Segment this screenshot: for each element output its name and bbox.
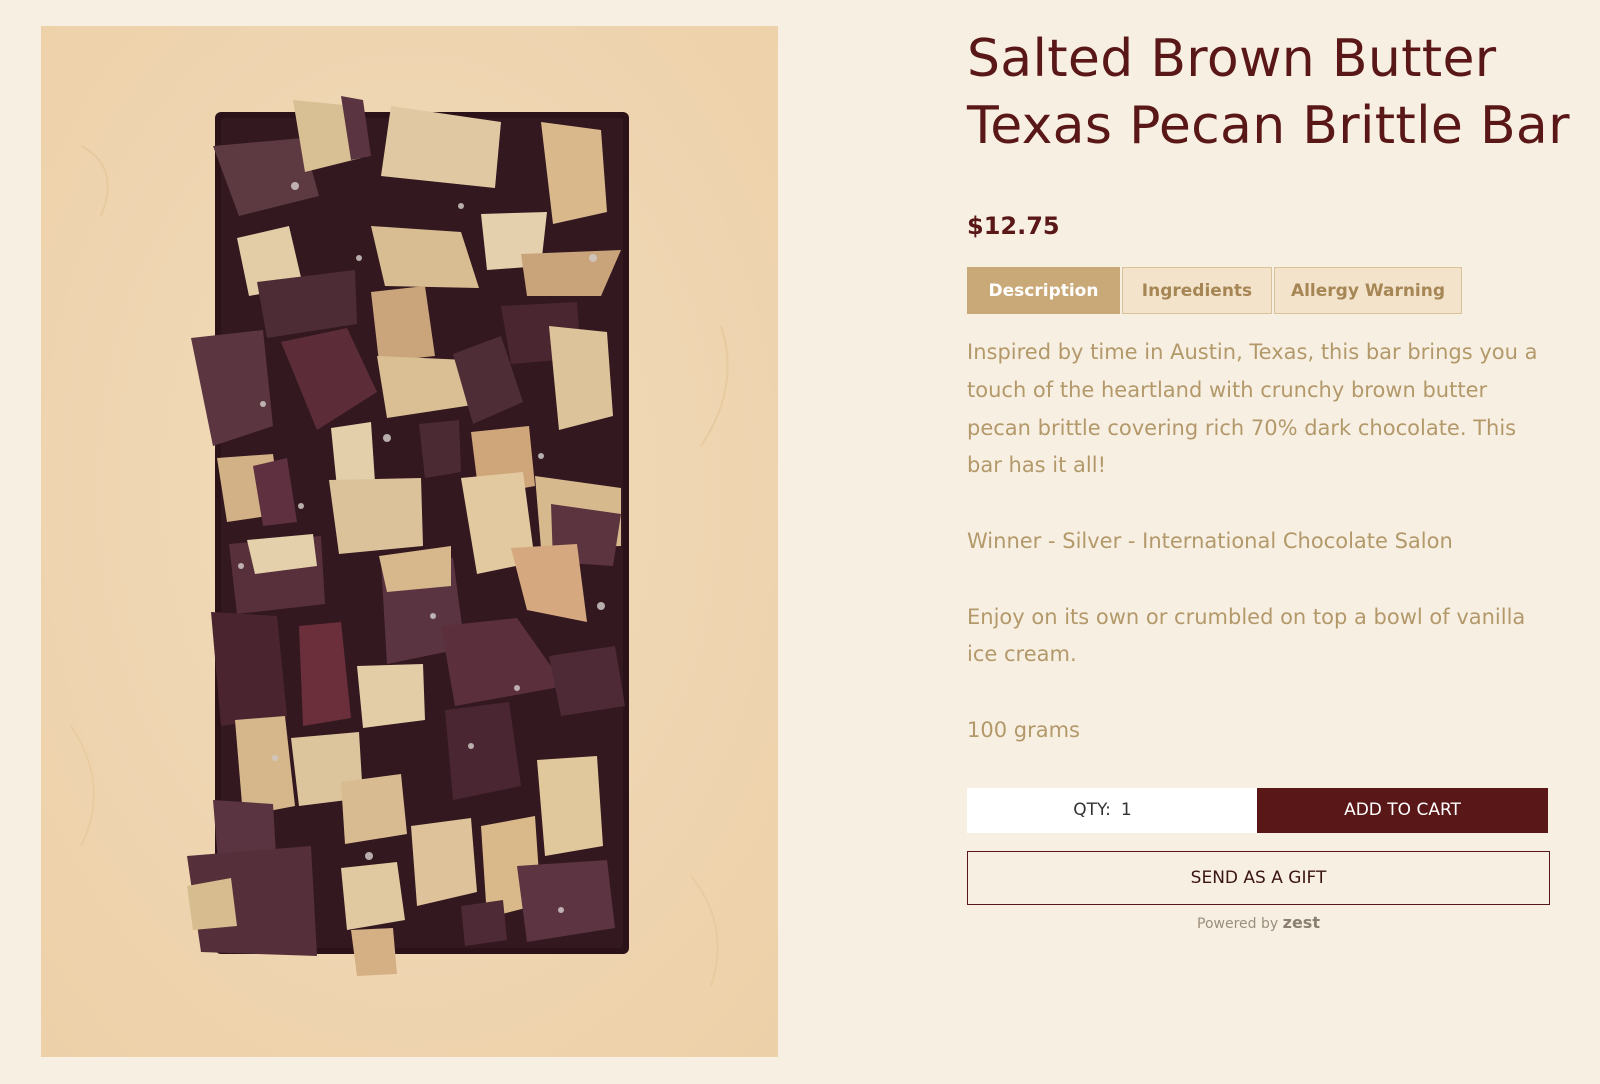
add-to-cart-button[interactable]: ADD TO CART	[1257, 787, 1548, 833]
powered-by-text: Powered by	[1197, 915, 1279, 932]
quantity-input[interactable]	[1120, 800, 1151, 821]
description-paragraph: Inspired by time in Austin, Texas, this …	[967, 340, 1538, 478]
product-price: $12.75	[967, 212, 1060, 240]
product-image	[41, 26, 778, 1057]
product-title-line-1: Salted Brown Butter	[967, 29, 1497, 89]
send-as-gift-button[interactable]: SEND AS A GIFT	[967, 850, 1550, 905]
description-panel: Inspired by time in Austin, Texas, this …	[967, 334, 1552, 750]
quantity-label: QTY:	[1073, 800, 1111, 821]
product-details: Salted Brown Butter Texas Pecan Brittle …	[967, 26, 1569, 932]
tab-ingredients[interactable]: Ingredients	[1122, 267, 1272, 314]
product-image-graphic	[41, 26, 778, 1057]
product-tabs: Description Ingredients Allergy Warning	[967, 267, 1552, 314]
zest-logo[interactable]: zest	[1283, 913, 1320, 932]
tab-description[interactable]: Description	[967, 267, 1120, 314]
quantity-box: QTY:	[967, 787, 1257, 833]
product-title: Salted Brown Butter Texas Pecan Brittle …	[967, 26, 1569, 160]
tab-allergy-warning[interactable]: Allergy Warning	[1274, 267, 1462, 314]
product-weight: 100 grams	[967, 717, 1080, 742]
award-text: Winner - Silver - International Chocolat…	[967, 528, 1453, 553]
powered-by: Powered by zest	[967, 913, 1550, 932]
purchase-row: QTY: ADD TO CART	[967, 787, 1548, 833]
product-title-line-2: Texas Pecan Brittle Bar	[967, 96, 1570, 156]
serving-suggestion: Enjoy on its own or crumbled on top a bo…	[967, 604, 1526, 667]
